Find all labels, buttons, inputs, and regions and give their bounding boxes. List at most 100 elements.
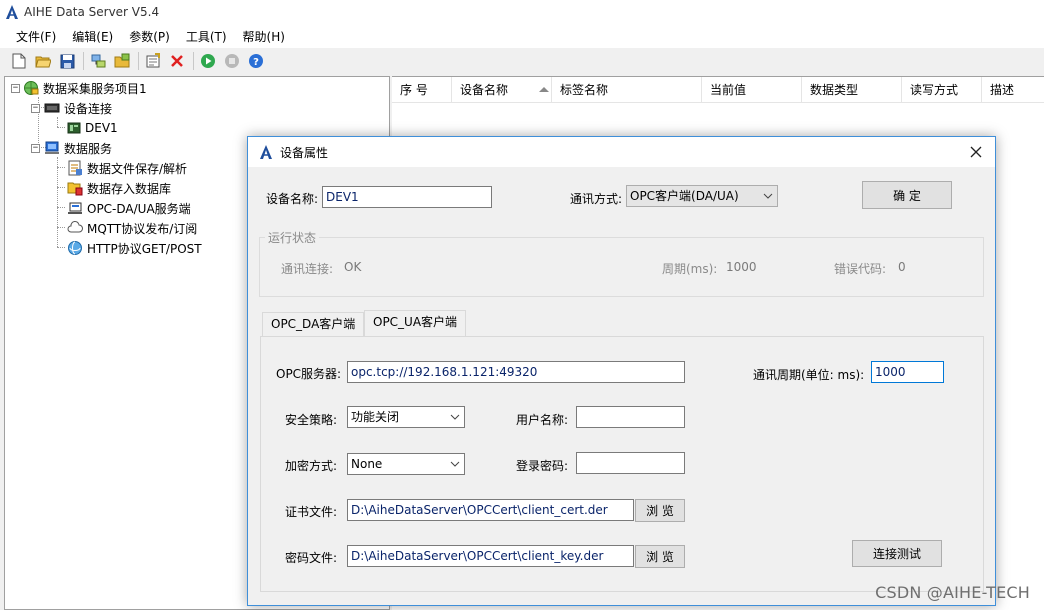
comm-mode-select[interactable]: OPC客户端(DA/UA) xyxy=(626,185,778,207)
tree-device-item[interactable]: DEV1 xyxy=(67,118,118,138)
tree-device-group[interactable]: − 设备连接 xyxy=(31,98,112,118)
collapse-toggle[interactable]: − xyxy=(11,83,20,93)
close-icon xyxy=(970,146,982,158)
tab-opc-da-client[interactable]: OPC_DA客户端 xyxy=(262,312,365,336)
encryption-select[interactable]: None xyxy=(347,453,465,475)
plc-device-icon xyxy=(67,122,81,134)
tree-service-label: MQTT协议发布/订阅 xyxy=(87,221,198,236)
browse-cert-button[interactable]: 浏 览 xyxy=(635,499,685,522)
tree-service-item[interactable]: OPC-DA/UA服务端 xyxy=(67,198,191,218)
column-header-index[interactable]: 序 号 xyxy=(392,77,452,103)
folder-tag-icon xyxy=(114,53,130,68)
new-file-button[interactable] xyxy=(8,50,30,72)
svg-text:?: ? xyxy=(253,57,259,68)
close-button[interactable] xyxy=(965,141,987,163)
collapse-toggle[interactable]: − xyxy=(31,103,40,113)
collapse-toggle[interactable]: − xyxy=(31,143,40,153)
encryption-value: None xyxy=(351,457,383,471)
database-icon xyxy=(67,182,83,196)
password-field[interactable] xyxy=(576,452,685,474)
globe-network-icon xyxy=(24,81,39,95)
chevron-down-icon xyxy=(763,193,773,199)
cert-file-field[interactable]: D:\AiheDataServer\OPCCert\client_cert.de… xyxy=(347,499,634,521)
comm-connection-value: OK xyxy=(344,260,362,274)
tree-service-item[interactable]: MQTT协议发布/订阅 xyxy=(67,218,197,238)
key-file-label: 密码文件: xyxy=(285,551,338,565)
help-icon: ? xyxy=(249,54,263,68)
device-name-field[interactable]: DEV1 xyxy=(322,186,492,208)
cloud-icon xyxy=(67,221,83,233)
toolbar: ? xyxy=(0,48,1044,74)
tree-connector xyxy=(57,227,65,228)
tree-service-label: 数据存入数据库 xyxy=(87,181,172,196)
column-header-tag-name[interactable]: 标签名称 xyxy=(552,77,702,103)
opc-server-icon xyxy=(68,202,82,214)
encryption-label: 加密方式: xyxy=(285,459,338,473)
connect-test-button[interactable]: 连接测试 xyxy=(852,540,942,567)
menu-help[interactable]: 帮助(H) xyxy=(235,25,293,48)
properties-icon xyxy=(146,53,160,68)
add-tag-button[interactable] xyxy=(111,50,133,72)
username-field[interactable] xyxy=(576,406,685,428)
menu-bar: 文件(F) 编辑(E) 参数(P) 工具(T) 帮助(H) xyxy=(0,24,1044,48)
play-icon xyxy=(201,54,215,68)
security-policy-value: 功能关闭 xyxy=(351,410,400,424)
menu-file[interactable]: 文件(F) xyxy=(8,25,64,48)
ok-button[interactable]: 确 定 xyxy=(862,181,952,209)
device-link-button[interactable] xyxy=(87,50,109,72)
column-header-description[interactable]: 描述 xyxy=(982,77,1044,103)
tree-service-item[interactable]: 数据文件保存/解析 xyxy=(67,158,187,178)
app-logo-icon xyxy=(6,5,18,19)
tree-connector xyxy=(57,117,58,127)
column-header-access[interactable]: 读写方式 xyxy=(902,77,982,103)
tree-service-item[interactable]: HTTP协议GET/POST xyxy=(67,238,202,258)
comm-period-label: 通讯周期(单位: ms): xyxy=(753,368,865,382)
chevron-down-icon xyxy=(450,461,460,467)
key-file-field[interactable]: D:\AiheDataServer\OPCCert\client_key.der xyxy=(347,545,634,567)
period-value: 1000 xyxy=(726,260,757,274)
column-header-current-value[interactable]: 当前值 xyxy=(702,77,802,103)
menu-params[interactable]: 参数(P) xyxy=(121,25,178,48)
opc-server-field[interactable]: opc.tcp://192.168.1.121:49320 xyxy=(347,361,685,383)
properties-button[interactable] xyxy=(142,50,164,72)
column-header-device-name[interactable]: 设备名称 xyxy=(452,77,552,103)
save-button[interactable] xyxy=(56,50,78,72)
open-folder-button[interactable] xyxy=(32,50,54,72)
column-header-data-type[interactable]: 数据类型 xyxy=(802,77,902,103)
sort-ascending-icon xyxy=(539,87,549,92)
window-title: AIHE Data Server V5.4 xyxy=(24,5,160,19)
tree-connector xyxy=(57,127,65,128)
watermark: CSDN @AIHE-TECH xyxy=(875,583,1030,602)
error-code-label: 错误代码: xyxy=(834,262,887,276)
browse-key-button[interactable]: 浏 览 xyxy=(635,545,685,568)
stop-icon xyxy=(225,54,239,68)
toolbar-separator xyxy=(193,52,194,70)
delete-button[interactable] xyxy=(166,50,188,72)
tree-service-label: 数据文件保存/解析 xyxy=(87,161,188,176)
tree-connector xyxy=(57,247,65,248)
tree-root[interactable]: − 数据采集服务项目1 xyxy=(11,78,147,98)
device-properties-dialog: 设备属性 设备名称: DEV1 通讯方式: OPC客户端(DA/UA) 确 定 … xyxy=(247,136,996,606)
tree-connector xyxy=(57,187,65,188)
start-button[interactable] xyxy=(197,50,219,72)
computer-icon xyxy=(45,141,59,154)
comm-period-field[interactable]: 1000 xyxy=(871,361,944,383)
network-icon xyxy=(91,54,106,68)
status-group-title: 运行状态 xyxy=(265,229,320,246)
stop-button[interactable] xyxy=(221,50,243,72)
tree-connector xyxy=(57,207,65,208)
comm-mode-label: 通讯方式: xyxy=(570,192,623,206)
tab-opc-ua-client[interactable]: OPC_UA客户端 xyxy=(364,310,467,336)
device-name-label: 设备名称: xyxy=(266,192,319,206)
tree-service-group[interactable]: − 数据服务 xyxy=(31,138,112,158)
tree-service-item[interactable]: 数据存入数据库 xyxy=(67,178,171,198)
web-globe-icon xyxy=(68,241,82,255)
menu-tools[interactable]: 工具(T) xyxy=(178,25,235,48)
chevron-down-icon xyxy=(450,414,460,420)
dialog-title-bar: 设备属性 xyxy=(248,137,995,167)
help-button[interactable]: ? xyxy=(245,50,267,72)
security-policy-label: 安全策略: xyxy=(285,413,338,427)
app-logo-icon xyxy=(260,145,272,159)
menu-edit[interactable]: 编辑(E) xyxy=(64,25,121,48)
security-policy-select[interactable]: 功能关闭 xyxy=(347,406,465,428)
